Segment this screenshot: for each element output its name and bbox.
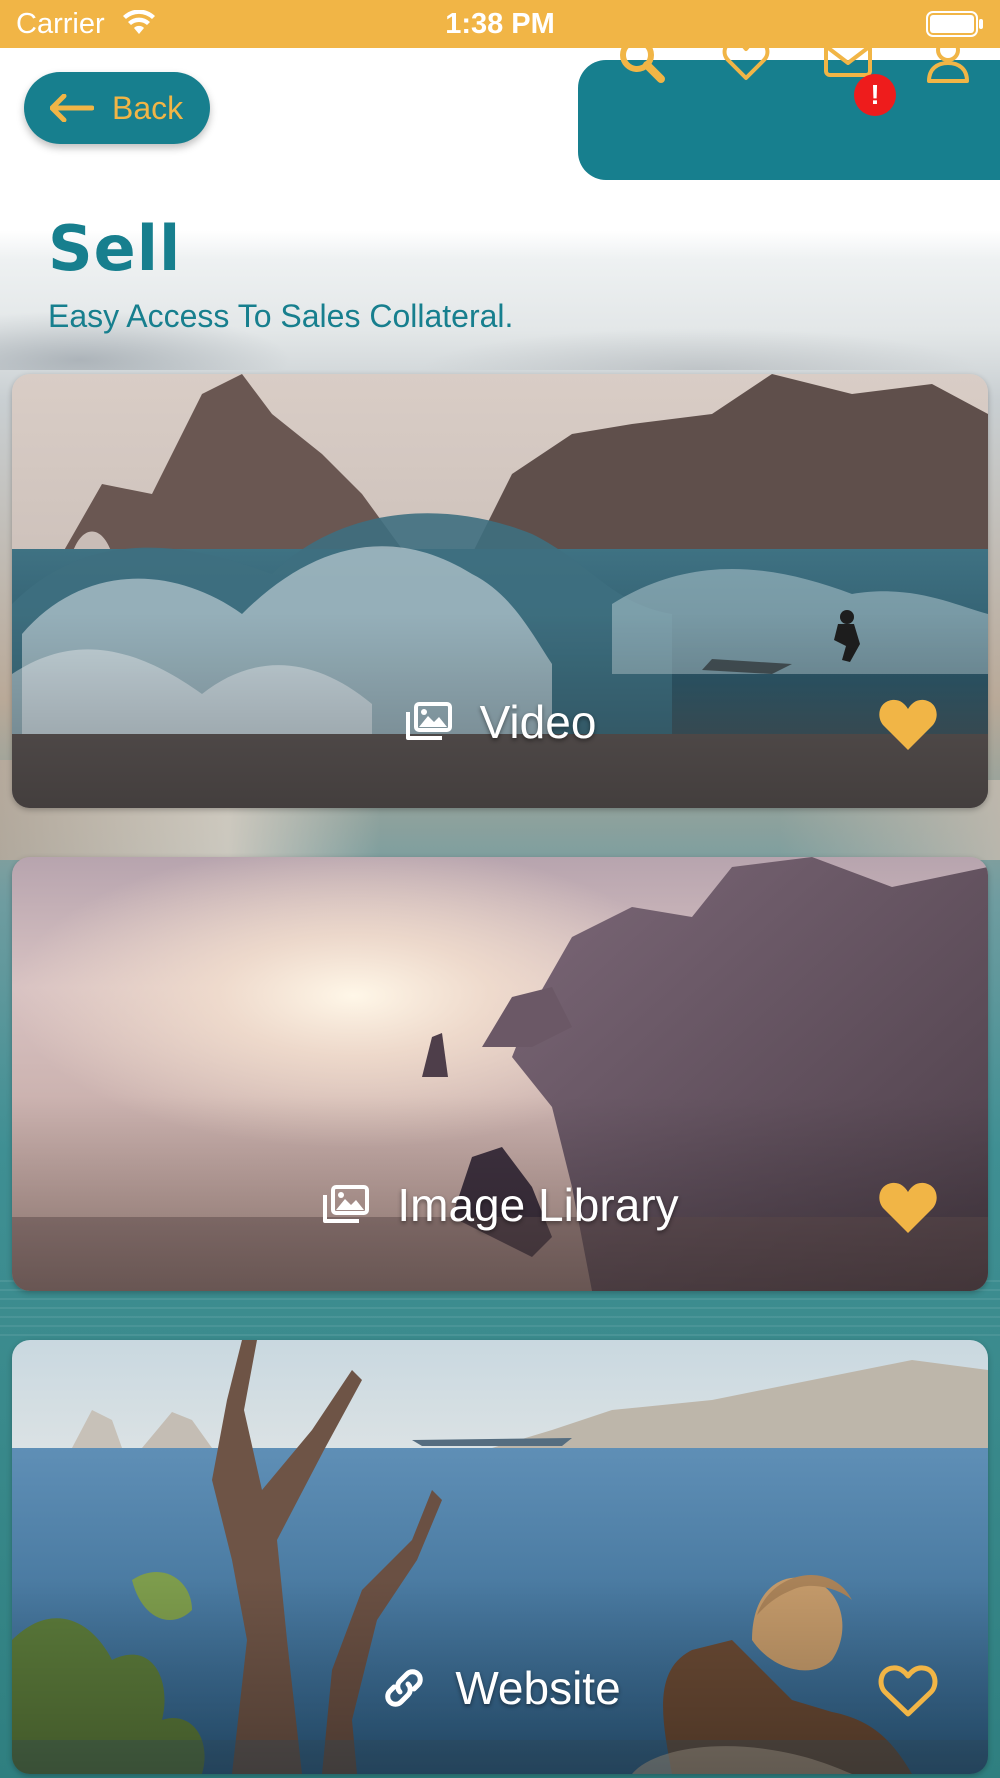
heart-outline-icon[interactable] bbox=[876, 1660, 940, 1718]
page-subtitle: Easy Access To Sales Collateral. bbox=[48, 298, 514, 334]
heart-outline-icon bbox=[722, 39, 770, 80]
notification-badge: ! bbox=[854, 74, 896, 116]
page-title: Sell bbox=[48, 212, 182, 285]
website-card[interactable]: Website bbox=[12, 1340, 988, 1774]
images-stack-icon bbox=[323, 1185, 370, 1223]
user-icon bbox=[927, 38, 969, 83]
arrow-left-icon bbox=[50, 94, 94, 122]
favorites-button[interactable] bbox=[716, 30, 776, 90]
search-button[interactable] bbox=[612, 30, 672, 90]
link-icon bbox=[385, 1669, 424, 1707]
heart-filled-icon[interactable] bbox=[876, 694, 940, 752]
back-button-label: Back bbox=[112, 89, 184, 126]
website-card-title: Website bbox=[455, 1662, 621, 1714]
back-button[interactable]: Back bbox=[24, 72, 210, 144]
image-library-card-label-row: Image Library bbox=[12, 1175, 988, 1235]
heart-filled-icon[interactable] bbox=[876, 1177, 940, 1235]
image-library-card[interactable]: Image Library bbox=[12, 857, 988, 1291]
website-card-label-row: Website bbox=[12, 1658, 988, 1718]
video-card-label-row: Video bbox=[12, 692, 988, 752]
video-card[interactable]: Video bbox=[12, 374, 988, 808]
profile-button[interactable] bbox=[918, 30, 978, 90]
video-card-title: Video bbox=[479, 696, 597, 748]
image-library-card-title: Image Library bbox=[397, 1179, 679, 1231]
search-icon bbox=[620, 38, 665, 83]
images-stack-icon bbox=[405, 702, 452, 740]
